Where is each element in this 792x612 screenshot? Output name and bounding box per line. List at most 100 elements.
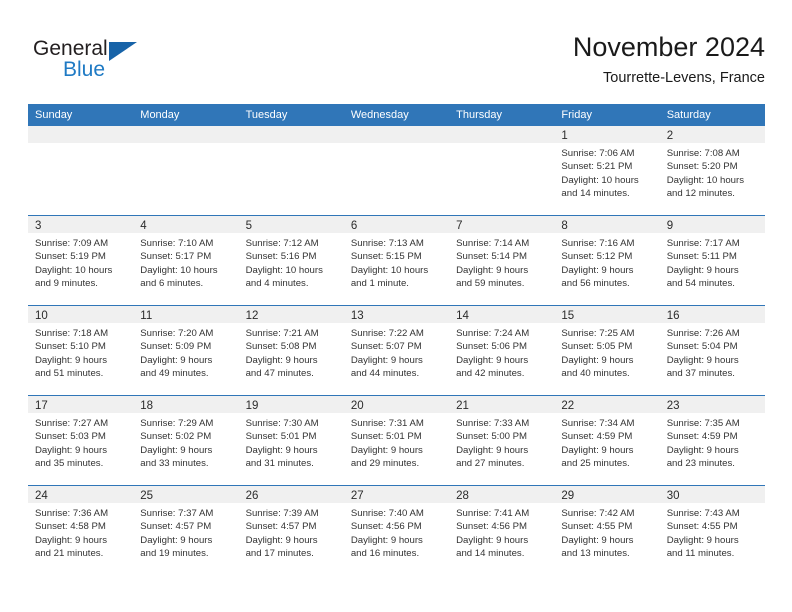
day-number: 28 [456,490,469,502]
day-number-band: 5 [238,216,344,233]
day-number: 15 [561,310,575,322]
day-detail-line: Sunrise: 7:39 AM [245,508,319,519]
day-number: 14 [456,310,469,322]
day-detail-line: Sunset: 5:05 PM [561,341,633,353]
day-detail-line: and 6 minutes. [140,278,204,290]
day-cell[interactable]: 6 Sunrise: 7:13 AM Sunset: 5:15 PM Daylight… [343,216,450,305]
day-detail-line: Sunrise: 7:34 AM [561,418,635,429]
day-details: Sunrise: 7:31 AM Sunset: 5:01 PM Daylight:… [344,413,449,471]
day-detail-line: Daylight: 9 hours [35,534,107,546]
weekday-header-tuesday: Tuesday [245,109,288,121]
day-cell[interactable]: 13 Sunrise: 7:22 AM Sunset: 5:07 PM Dayligh… [343,306,450,395]
day-cell[interactable]: 21 Sunrise: 7:33 AM Sunset: 5:00 PM Dayligh… [449,396,555,485]
day-detail-line: Daylight: 9 hours [245,354,318,366]
day-details: Sunrise: 7:18 AM Sunset: 5:10 PM Daylight:… [28,323,133,381]
day-detail-line: and 14 minutes. [456,548,525,560]
day-number: 13 [350,310,364,322]
day-details: Sunrise: 7:29 AM Sunset: 5:02 PM Daylight:… [133,413,238,471]
day-cell[interactable]: 8 Sunrise: 7:16 AM Sunset: 5:12 PM Daylight… [554,216,660,305]
generalblue-logo[interactable]: General Blue [33,38,163,86]
day-cell[interactable]: 3 Sunrise: 7:09 AM Sunset: 5:19 PM Daylight… [28,216,134,305]
day-detail-line: Sunrise: 7:22 AM [350,328,424,339]
day-cell[interactable]: 22 Sunrise: 7:34 AM Sunset: 4:59 PM Dayligh… [554,396,660,485]
day-detail-line: Sunset: 4:56 PM [456,521,528,533]
day-details: Sunrise: 7:12 AM Sunset: 5:16 PM Daylight:… [239,233,344,291]
day-cell[interactable]: 7 Sunrise: 7:14 AM Sunset: 5:14 PM Daylight… [449,216,555,305]
day-number-band: 27 [343,486,450,503]
day-detail-line: and 54 minutes. [666,278,735,290]
day-cell[interactable]: 18 Sunrise: 7:29 AM Sunset: 5:02 PM Dayligh… [133,396,239,485]
day-detail-line: Sunrise: 7:26 AM [666,328,740,339]
day-detail-line: Sunrise: 7:27 AM [35,418,109,429]
day-cell[interactable]: 19 Sunrise: 7:30 AM Sunset: 5:01 PM Dayligh… [238,396,344,485]
day-details: Sunrise: 7:41 AM Sunset: 4:56 PM Daylight:… [449,503,554,561]
day-detail-line: Daylight: 9 hours [245,444,318,456]
day-detail-line: and 59 minutes. [456,278,525,290]
day-number: 12 [245,310,259,322]
day-details: Sunrise: 7:22 AM Sunset: 5:07 PM Daylight:… [344,323,449,381]
day-detail-line: Sunrise: 7:06 AM [561,148,635,159]
day-cell[interactable]: 28 Sunrise: 7:41 AM Sunset: 4:56 PM Dayligh… [449,486,555,575]
day-cell[interactable]: 2 Sunrise: 7:08 AM Sunset: 5:20 PM Daylight… [659,126,765,215]
day-cell[interactable]: 25 Sunrise: 7:37 AM Sunset: 4:57 PM Dayligh… [133,486,239,575]
day-number-band: 29 [554,486,660,503]
day-number-band: 19 [238,396,344,413]
day-detail-line: Sunset: 5:03 PM [35,431,106,443]
calendar-page: General Blue November 2024 Tourrette-Lev… [0,0,792,612]
day-detail-line: Sunset: 5:12 PM [561,251,633,263]
day-cell[interactable]: 14 Sunrise: 7:24 AM Sunset: 5:06 PM Dayligh… [449,306,555,395]
day-cell[interactable]: 5 Sunrise: 7:12 AM Sunset: 5:16 PM Daylight… [238,216,344,305]
day-cell[interactable]: 4 Sunrise: 7:10 AM Sunset: 5:17 PM Daylight… [133,216,239,305]
day-detail-line: Sunrise: 7:36 AM [35,508,109,519]
day-number: 26 [245,490,259,502]
day-detail-line: and 21 minutes. [35,548,104,560]
day-number-band: 22 [554,396,660,413]
day-details: Sunrise: 7:35 AM Sunset: 4:59 PM Daylight:… [660,413,765,471]
weekday-header-thursday: Thursday [456,109,502,121]
day-details: Sunrise: 7:40 AM Sunset: 4:56 PM Daylight:… [344,503,449,561]
day-number-band: 12 [238,306,344,323]
day-detail-line: and 56 minutes. [561,278,630,290]
day-number-band: 9 [659,216,765,233]
day-detail-line: and 27 minutes. [456,458,525,470]
day-detail-line: Sunrise: 7:41 AM [456,508,530,519]
day-cell-empty [238,126,344,215]
day-cell[interactable]: 24 Sunrise: 7:36 AM Sunset: 4:58 PM Dayligh… [28,486,134,575]
day-cell[interactable]: 12 Sunrise: 7:21 AM Sunset: 5:08 PM Dayligh… [238,306,344,395]
day-cell[interactable]: 17 Sunrise: 7:27 AM Sunset: 5:03 PM Dayligh… [28,396,134,485]
day-number-band: 16 [659,306,765,323]
day-detail-line: Daylight: 9 hours [456,354,529,366]
day-detail-line: Sunset: 4:59 PM [561,431,633,443]
day-cell[interactable]: 15 Sunrise: 7:25 AM Sunset: 5:05 PM Dayligh… [554,306,660,395]
day-cell[interactable]: 1 Sunrise: 7:06 AM Sunset: 5:21 PM Daylight… [554,126,660,215]
day-number-band: 3 [28,216,134,233]
day-number-band: 8 [554,216,660,233]
day-detail-line: Daylight: 9 hours [456,444,529,456]
day-detail-line: and 47 minutes. [245,368,314,380]
day-cell[interactable]: 10 Sunrise: 7:18 AM Sunset: 5:10 PM Dayligh… [28,306,134,395]
day-detail-line: and 14 minutes. [561,188,630,200]
day-details: Sunrise: 7:08 AM Sunset: 5:20 PM Daylight:… [660,143,765,201]
day-cell[interactable]: 16 Sunrise: 7:26 AM Sunset: 5:04 PM Dayligh… [659,306,765,395]
day-detail-line: and 1 minute. [350,278,409,290]
day-cell[interactable]: 27 Sunrise: 7:40 AM Sunset: 4:56 PM Dayligh… [343,486,450,575]
day-number: 17 [35,400,48,412]
day-cell-empty [28,126,134,215]
day-detail-line: Daylight: 9 hours [666,534,739,546]
day-cell[interactable]: 23 Sunrise: 7:35 AM Sunset: 4:59 PM Dayligh… [659,396,765,485]
day-cell[interactable]: 30 Sunrise: 7:43 AM Sunset: 4:55 PM Dayligh… [659,486,765,575]
day-cell[interactable]: 20 Sunrise: 7:31 AM Sunset: 5:01 PM Dayligh… [343,396,450,485]
day-detail-line: Daylight: 9 hours [140,354,213,366]
day-detail-line: and 40 minutes. [561,368,630,380]
day-detail-line: Daylight: 9 hours [666,444,739,456]
day-detail-line: and 31 minutes. [245,458,314,470]
day-cell[interactable]: 26 Sunrise: 7:39 AM Sunset: 4:57 PM Dayligh… [238,486,344,575]
day-number-band: 30 [659,486,765,503]
day-detail-line: Daylight: 10 hours [561,174,639,186]
day-detail-line: Sunset: 5:00 PM [456,431,528,443]
day-cell[interactable]: 11 Sunrise: 7:20 AM Sunset: 5:09 PM Dayligh… [133,306,239,395]
day-cell[interactable]: 9 Sunrise: 7:17 AM Sunset: 5:11 PM Daylight… [659,216,765,305]
day-detail-line: Sunrise: 7:29 AM [140,418,214,429]
day-cell[interactable]: 29 Sunrise: 7:42 AM Sunset: 4:55 PM Dayligh… [554,486,660,575]
day-details: Sunrise: 7:30 AM Sunset: 5:01 PM Daylight:… [239,413,344,471]
